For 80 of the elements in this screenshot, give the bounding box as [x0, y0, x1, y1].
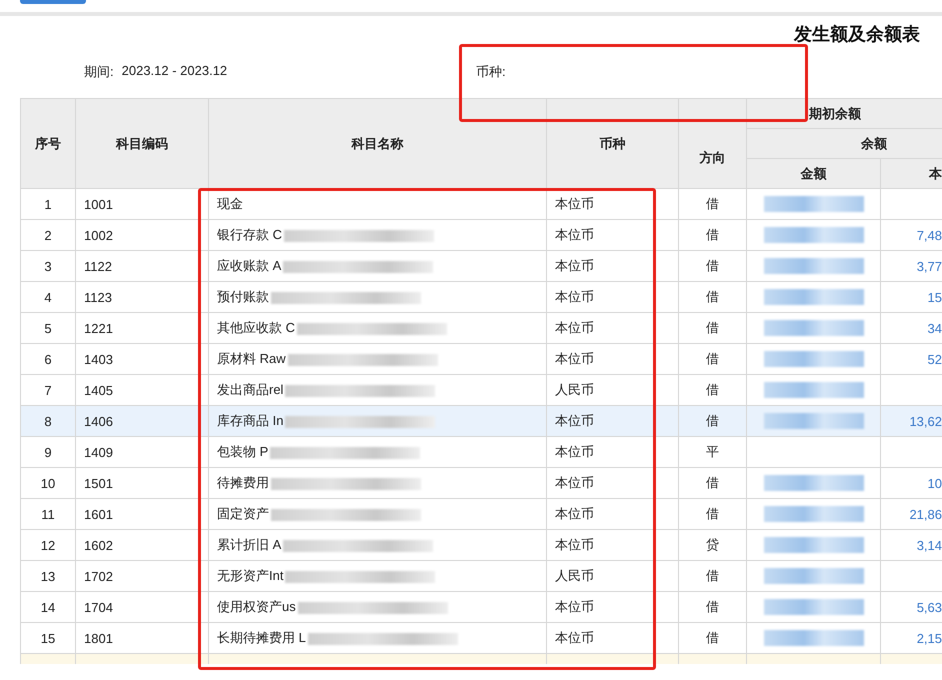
- row-number-cell: 14: [20, 592, 76, 622]
- account-code-cell: 1601: [76, 498, 208, 530]
- row-number-cell: 9: [20, 436, 76, 468]
- direction-cell: 贷: [678, 530, 746, 560]
- column-group-header: 期初余额: [746, 98, 942, 128]
- account-code-cell: 1001: [76, 188, 208, 220]
- direction-cell: 借: [678, 188, 746, 220]
- currency-cell: 本位币: [546, 282, 678, 312]
- amount-cell: 13,62: [880, 406, 942, 436]
- currency-cell: 本位币: [546, 468, 678, 498]
- row-number-cell: 3: [20, 250, 76, 282]
- direction-cell: 借: [678, 344, 746, 374]
- column-header: 方向: [678, 128, 746, 188]
- row-number-cell: 5: [20, 312, 76, 344]
- account-name-cell: 其他应收款 C: [217, 320, 295, 335]
- account-name-cell: 固定资产: [217, 506, 269, 521]
- account-code-cell: 1403: [76, 344, 208, 374]
- currency-cell: 本位币: [546, 436, 678, 468]
- period-label: 期间:: [84, 63, 114, 81]
- column-header: 币种: [546, 98, 678, 188]
- currency-cell: 本位币: [546, 344, 678, 374]
- currency-cell: 本位币: [546, 250, 678, 282]
- account-code-cell: 1123: [76, 282, 208, 312]
- account-name-cell: 原材料 Raw: [217, 351, 286, 366]
- currency-cell: 人民币: [546, 560, 678, 592]
- account-code-cell: 1409: [76, 436, 208, 468]
- direction-cell: 借: [678, 592, 746, 622]
- column-header: 科目名称: [208, 98, 546, 188]
- row-number-cell: 12: [20, 530, 76, 560]
- currency-cell: 本位币: [546, 498, 678, 530]
- row-number-cell: 10: [20, 468, 76, 498]
- currency-cell: 本位币: [546, 592, 678, 622]
- period-value: 2023.12 - 2023.12: [122, 63, 228, 80]
- account-code-cell: 1702: [76, 560, 208, 592]
- report-title: 发生额及余额表: [794, 23, 920, 46]
- account-name-cell: 发出商品rel: [217, 382, 284, 397]
- account-code-cell: 1406: [76, 406, 208, 436]
- row-number-cell: 13: [20, 560, 76, 592]
- currency-cell: 本位币: [546, 406, 678, 436]
- direction-cell: 借: [678, 498, 746, 530]
- button-edge[interactable]: [20, 0, 86, 4]
- row-number-cell: 4: [20, 282, 76, 312]
- account-name-cell: 银行存款 C: [217, 227, 282, 242]
- account-name-cell: 使用权资产us: [217, 599, 296, 614]
- account-name-cell: 现金: [217, 196, 243, 211]
- row-number-cell: 2: [20, 220, 76, 250]
- account-name-cell: 待摊费用: [217, 475, 269, 490]
- row-number-cell: 8: [20, 406, 76, 436]
- account-name-cell: 长期待摊费用 L: [217, 630, 306, 645]
- account-name-cell: 预付账款: [217, 289, 269, 304]
- account-code-cell: 1602: [76, 530, 208, 560]
- row-number-cell: 1: [20, 188, 76, 220]
- column-header: 科目编码: [76, 98, 208, 188]
- account-code-cell: 1002: [76, 220, 208, 250]
- direction-cell: 借: [678, 560, 746, 592]
- column-header: 金额: [746, 158, 880, 188]
- account-code-cell: 1221: [76, 312, 208, 344]
- account-name-cell: 应收账款 A: [217, 258, 282, 273]
- direction-cell: 借: [678, 220, 746, 250]
- direction-cell: 借: [678, 312, 746, 344]
- direction-cell: 借: [678, 406, 746, 436]
- column-header: 序号: [20, 98, 76, 188]
- currency-cell: 本位币: [546, 530, 678, 560]
- account-name-cell: 无形资产Int: [217, 568, 284, 583]
- direction-cell: 平: [678, 436, 746, 468]
- row-number-cell: 11: [20, 498, 76, 530]
- currency-label: 币种:: [476, 63, 506, 81]
- account-name-cell: 累计折旧 A: [217, 537, 282, 552]
- account-name-cell: 包装物 P: [217, 444, 268, 459]
- direction-cell: 借: [678, 250, 746, 282]
- currency-cell: 本位币: [546, 312, 678, 344]
- account-code-cell: 1704: [76, 592, 208, 622]
- row-number-cell: 6: [20, 344, 76, 374]
- currency-cell: 本位币: [546, 220, 678, 250]
- column-group-header: 余额: [746, 128, 942, 158]
- account-name-cell: 库存商品 In: [217, 413, 284, 428]
- account-code-cell: 1501: [76, 468, 208, 498]
- direction-cell: 借: [678, 282, 746, 312]
- direction-cell: 借: [678, 468, 746, 498]
- account-code-cell: 1122: [76, 250, 208, 282]
